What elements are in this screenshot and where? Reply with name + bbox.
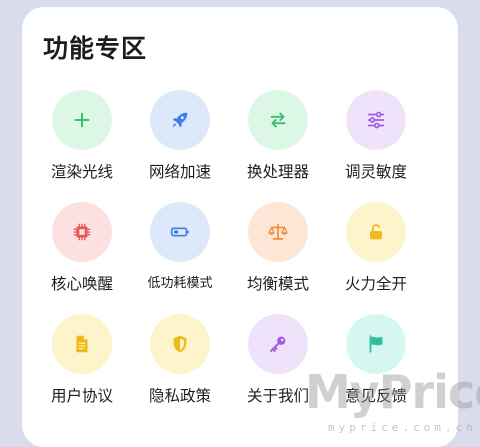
rocket-icon — [172, 112, 188, 128]
tile-label: 核心唤醒 — [50, 275, 113, 293]
sliders-icon — [367, 111, 385, 129]
tile-label: 用户协议 — [50, 387, 113, 405]
battery-icon — [170, 227, 189, 237]
swap-arrows-icon — [270, 112, 286, 128]
unlock-icon — [370, 224, 382, 240]
shield-icon — [173, 335, 187, 353]
tile-label: 渲染光线 — [50, 163, 113, 181]
switch-processor-button[interactable]: 换处理器 — [229, 90, 327, 202]
section-title: 功能专区 — [43, 34, 148, 63]
tile-label: 均衡模式 — [246, 275, 309, 293]
sensitivity-button[interactable]: 调灵敏度 — [327, 90, 425, 202]
network-boost-button[interactable]: 网络加速 — [131, 90, 229, 202]
tile-label: 低功耗模式 — [147, 276, 213, 291]
tile-label: 换处理器 — [246, 163, 309, 181]
icon-circle — [52, 314, 112, 374]
low-power-mode-button[interactable]: 低功耗模式 — [131, 202, 229, 314]
feedback-button[interactable]: 意见反馈 — [327, 314, 425, 426]
chip-icon — [73, 223, 91, 241]
icon-circle — [150, 314, 210, 374]
feature-grid: 渲染光线 网络加速 换处理器 调灵敏度 核心唤醒 低功耗模式 均衡模式 火力全开… — [33, 90, 425, 426]
icon-circle — [346, 90, 406, 150]
icon-circle — [346, 314, 406, 374]
tile-label: 隐私政策 — [148, 387, 211, 405]
key-icon — [270, 336, 286, 352]
tile-label: 网络加速 — [148, 163, 211, 181]
tile-label: 调灵敏度 — [344, 163, 407, 181]
render-light-button[interactable]: 渲染光线 — [33, 90, 131, 202]
icon-circle — [150, 90, 210, 150]
icon-circle — [346, 202, 406, 262]
icon-circle — [150, 202, 210, 262]
icon-circle — [248, 202, 308, 262]
user-agreement-button[interactable]: 用户协议 — [33, 314, 131, 426]
balanced-mode-button[interactable]: 均衡模式 — [229, 202, 327, 314]
icon-circle — [248, 314, 308, 374]
icon-circle — [248, 90, 308, 150]
icon-circle — [52, 202, 112, 262]
plus-icon — [74, 112, 90, 128]
icon-circle — [52, 90, 112, 150]
tile-label: 意见反馈 — [344, 387, 407, 405]
document-icon — [76, 335, 88, 353]
flag-icon — [369, 335, 383, 353]
tile-label: 关于我们 — [246, 387, 309, 405]
about-us-button[interactable]: 关于我们 — [229, 314, 327, 426]
core-wakeup-button[interactable]: 核心唤醒 — [33, 202, 131, 314]
tile-label: 火力全开 — [344, 275, 407, 293]
balance-scale-icon — [268, 223, 288, 240]
privacy-policy-button[interactable]: 隐私政策 — [131, 314, 229, 426]
full-power-button[interactable]: 火力全开 — [327, 202, 425, 314]
feature-panel: 功能专区 渲染光线 网络加速 换处理器 调灵敏度 核心唤醒 低功耗模式 均衡模式… — [22, 7, 458, 447]
